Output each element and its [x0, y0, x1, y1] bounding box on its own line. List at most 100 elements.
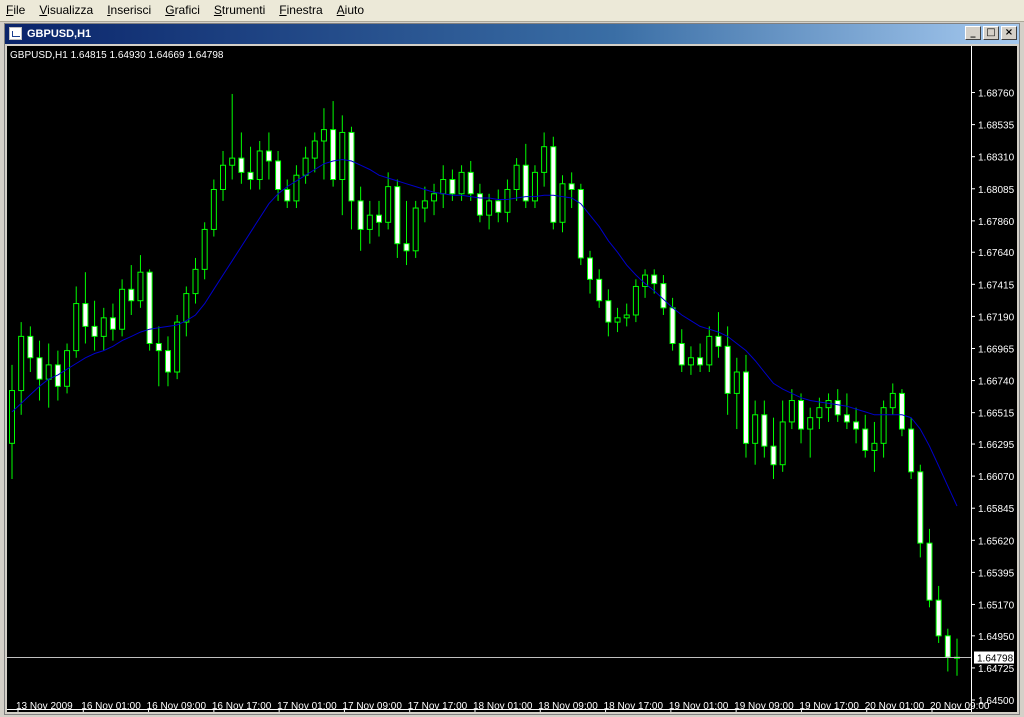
bull-candle — [871, 442, 878, 451]
bear-candle — [82, 303, 89, 327]
bull-candle — [706, 335, 713, 366]
bear-candle — [724, 345, 731, 394]
menu-finestra[interactable]: Finestra — [273, 0, 330, 21]
price-tick-label: 1.68535 — [978, 121, 1015, 132]
time-tick-label: 20 Nov 01:00 — [865, 701, 925, 712]
bull-candle — [614, 317, 621, 323]
bear-candle — [761, 414, 768, 447]
price-chart[interactable]: 1.68760 1.68535 1.68310 1.68085 1.67860 1.676… — [7, 46, 1017, 713]
bull-candle — [119, 288, 126, 330]
menu-visualizza[interactable]: Visualizza — [33, 0, 101, 21]
price-tick-label: 1.68760 — [978, 89, 1015, 100]
current-price-label: 1.64798 — [977, 654, 1014, 665]
bear-candle — [128, 288, 135, 302]
bear-candle — [742, 371, 749, 444]
menu-accel-letter: F — [279, 3, 287, 17]
bull-candle — [293, 174, 300, 202]
time-tick-label: 16 Nov 17:00 — [212, 701, 272, 712]
bull-candle — [174, 321, 181, 373]
bull-candle — [816, 407, 823, 419]
time-tick-label: 19 Nov 01:00 — [669, 701, 729, 712]
bull-candle — [220, 164, 227, 190]
menu-label-rest: isualizza — [47, 3, 94, 17]
bear-candle — [605, 300, 612, 323]
menu-inserisci[interactable]: Inserisci — [101, 0, 159, 21]
chart-info-line: GBPUSD,H1 1.64815 1.64930 1.64669 1.6479… — [10, 50, 224, 61]
price-tick-label: 1.66965 — [978, 344, 1015, 355]
bear-candle — [596, 278, 603, 302]
menu-accel-letter: G — [165, 3, 175, 17]
bear-candle — [669, 307, 676, 344]
bear-candle — [834, 400, 841, 416]
bear-candle — [660, 283, 667, 309]
price-tick-label: 1.65170 — [978, 600, 1015, 611]
bear-candle — [944, 635, 951, 658]
menu-grafici[interactable]: Grafici — [159, 0, 208, 21]
time-tick-label: 18 Nov 09:00 — [538, 701, 598, 712]
price-tick-label: 1.65395 — [978, 568, 1015, 579]
bear-candle — [715, 335, 722, 347]
menu-label-rest: inestra — [286, 3, 323, 17]
bull-candle — [752, 414, 759, 444]
time-tick-label: 19 Nov 09:00 — [734, 701, 794, 712]
bear-candle — [265, 150, 272, 162]
bull-candle — [137, 271, 144, 302]
menu-aiuto[interactable]: Aiuto — [331, 0, 372, 21]
bull-candle — [192, 268, 199, 295]
bull-candle — [320, 129, 327, 142]
bull-candle — [183, 293, 190, 323]
bear-candle — [27, 335, 34, 359]
menu-file[interactable]: File — [0, 0, 33, 21]
bull-candle — [9, 390, 15, 444]
bull-candle — [431, 193, 438, 202]
price-tick-label: 1.66740 — [978, 377, 1015, 388]
bear-candle — [843, 414, 850, 423]
menu-label-rest: iuto — [344, 3, 365, 17]
bear-candle — [908, 428, 915, 473]
menu-accel-letter: S — [213, 3, 222, 17]
bear-candle — [348, 131, 355, 202]
bull-candle — [504, 188, 511, 213]
maximize-button[interactable]: □ — [983, 26, 999, 40]
bear-candle — [522, 164, 529, 202]
time-tick-label: 13 Nov 2009 — [16, 701, 73, 712]
bull-candle — [559, 183, 566, 223]
menu-accel-letter: A — [336, 3, 345, 17]
menu-label-rest: trumenti — [221, 3, 266, 17]
bull-candle — [880, 407, 887, 444]
price-tick-label: 1.68310 — [978, 153, 1015, 164]
bear-candle — [109, 317, 116, 330]
bull-candle — [210, 188, 217, 230]
bear-candle — [275, 160, 282, 190]
time-tick-label: 17 Nov 09:00 — [342, 701, 402, 712]
bear-candle — [36, 357, 43, 380]
bear-candle — [898, 392, 905, 430]
window-title: GBPUSD,H1 — [27, 28, 92, 40]
bear-candle — [577, 188, 584, 259]
time-tick-label: 18 Nov 17:00 — [604, 701, 664, 712]
chart-window-icon[interactable] — [9, 27, 22, 40]
price-tick-label: 1.67415 — [978, 280, 1015, 291]
menu-label-rest: ile — [13, 3, 26, 17]
time-tick-label: 16 Nov 01:00 — [81, 701, 141, 712]
bull-candle — [229, 157, 236, 166]
menu-label-rest: rafici — [174, 3, 200, 17]
bull-candle — [807, 417, 814, 430]
bear-candle — [467, 171, 474, 195]
bear-candle — [238, 157, 245, 173]
bull-candle — [201, 228, 208, 270]
window-titlebar[interactable]: GBPUSD,H1 _ □ × — [5, 24, 1019, 44]
chart-area[interactable]: 1.68760 1.68535 1.68310 1.68085 1.67860 1.676… — [7, 46, 1017, 713]
bull-candle — [486, 200, 493, 216]
time-tick-label: 18 Nov 01:00 — [473, 701, 533, 712]
bear-candle — [247, 171, 254, 181]
price-tick-label: 1.66295 — [978, 440, 1015, 451]
time-tick-label: 20 Nov 09:00 — [930, 701, 990, 712]
bear-candle — [926, 542, 933, 601]
bull-candle — [412, 207, 419, 252]
menu-strumenti[interactable]: Strumenti — [208, 0, 273, 21]
menu-accel-letter: V — [39, 3, 48, 17]
close-button[interactable]: × — [1001, 26, 1017, 40]
minimize-button[interactable]: _ — [965, 26, 981, 40]
bull-candle — [889, 392, 896, 409]
